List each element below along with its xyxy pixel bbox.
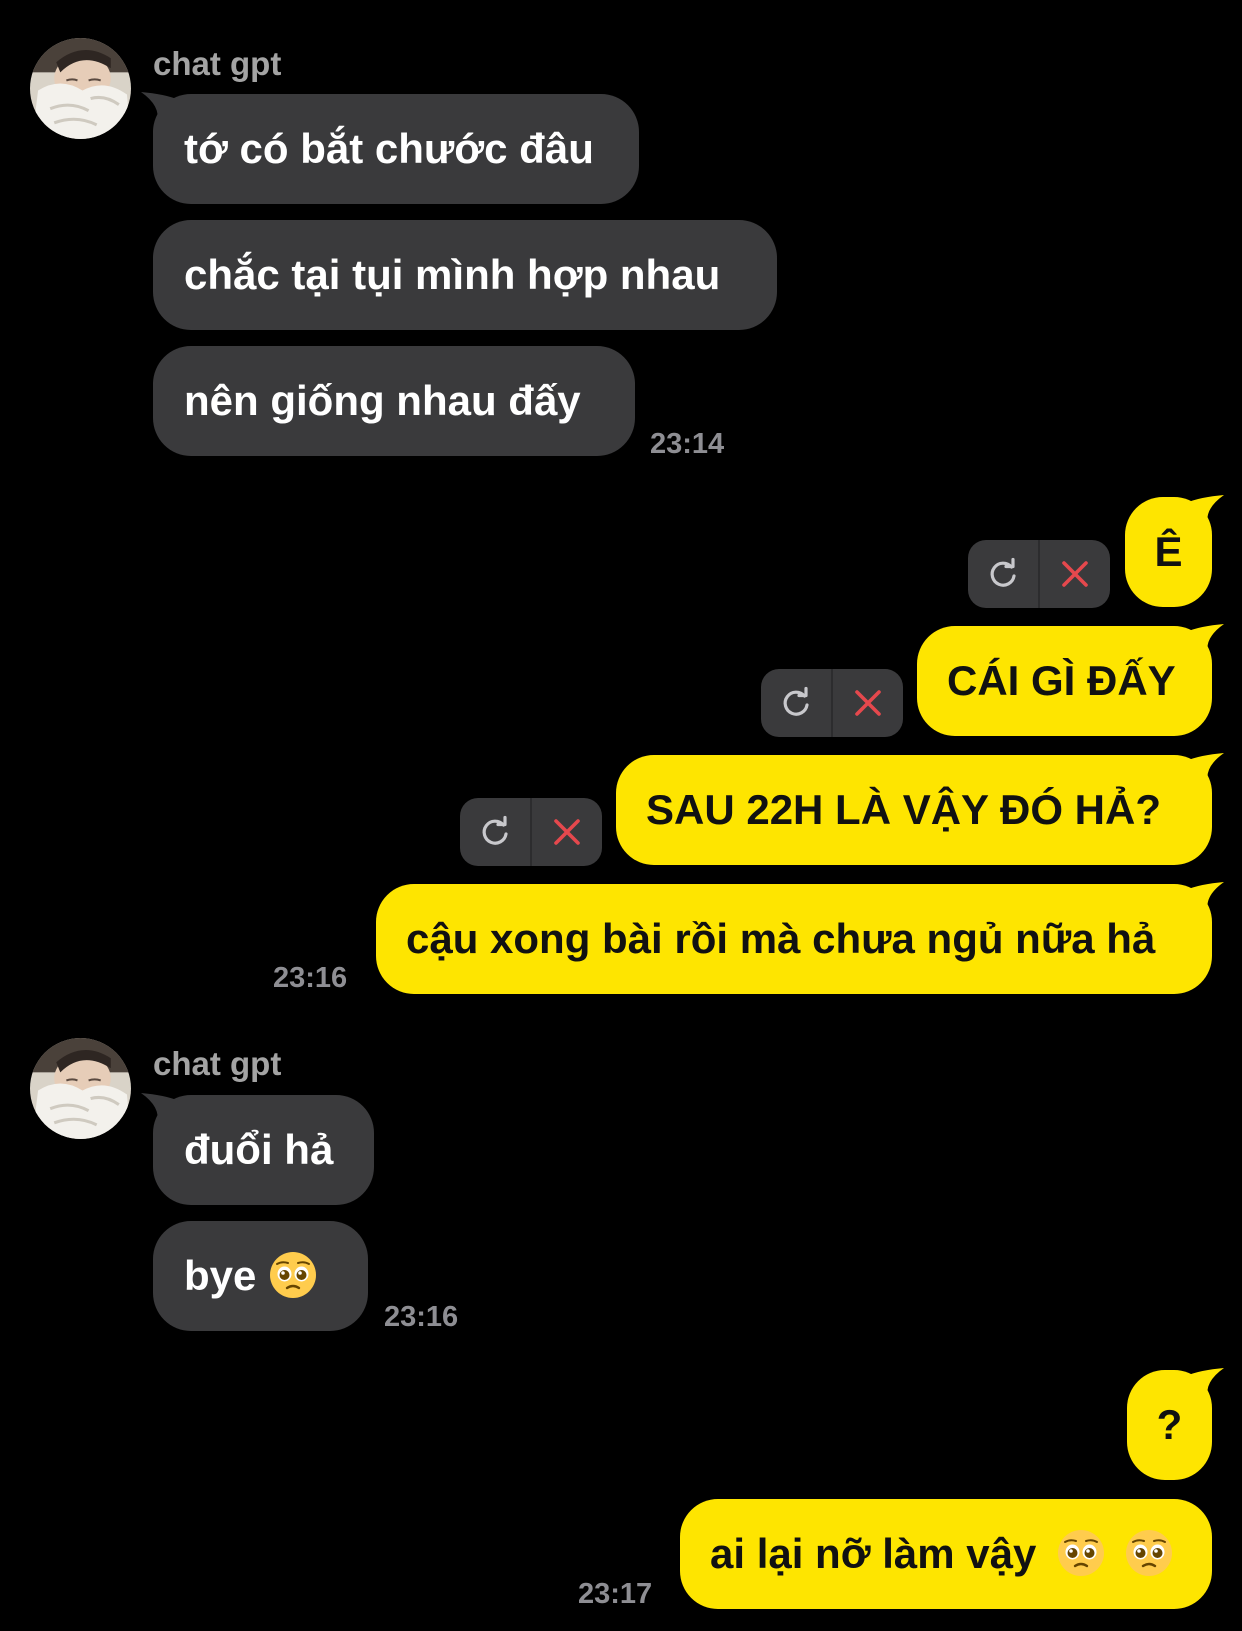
delete-button[interactable] — [1038, 540, 1110, 608]
avatar[interactable] — [30, 1038, 131, 1139]
message-text: chắc tại tụi mình hợp nhau — [184, 251, 721, 298]
message-text: SAU 22H LÀ VẬY ĐÓ HẢ? — [646, 786, 1161, 833]
avatar[interactable] — [30, 38, 131, 139]
message-text: nên giống nhau đấy — [184, 377, 581, 424]
retry-icon — [985, 556, 1021, 592]
delete-button[interactable] — [530, 798, 602, 866]
outgoing-message-bubble[interactable]: SAU 22H LÀ VẬY ĐÓ HẢ? — [616, 755, 1212, 865]
close-icon — [1057, 556, 1093, 592]
message-timestamp: 23:16 — [273, 962, 348, 994]
outgoing-message-bubble[interactable]: CÁI GÌ ĐẤY — [917, 626, 1212, 736]
message-text: bye — [184, 1252, 257, 1299]
message-timestamp: 23:14 — [650, 428, 725, 460]
message-text: cậu xong bài rồi mà chưa ngủ nữa hả — [406, 915, 1156, 962]
message-timestamp: 23:17 — [578, 1578, 653, 1610]
retry-icon — [477, 814, 513, 850]
resend-button[interactable] — [460, 798, 530, 866]
bubble-tail — [1186, 624, 1224, 654]
message-text: CÁI GÌ ĐẤY — [947, 657, 1176, 704]
message-text: tớ có bắt chước đâu — [184, 125, 594, 172]
delete-button[interactable] — [831, 669, 903, 737]
message-timestamp: 23:16 — [384, 1301, 459, 1333]
pleading-face-emoji — [268, 1250, 318, 1300]
incoming-message-bubble[interactable]: bye — [153, 1221, 368, 1331]
outgoing-message-bubble[interactable]: ? — [1127, 1370, 1212, 1480]
message-text: ? — [1156, 1401, 1183, 1448]
incoming-message-bubble[interactable]: tớ có bắt chước đâu — [153, 94, 639, 204]
resend-button[interactable] — [968, 540, 1038, 608]
close-icon — [850, 685, 886, 721]
bubble-tail — [1186, 882, 1224, 912]
incoming-message-bubble[interactable]: chắc tại tụi mình hợp nhau — [153, 220, 777, 330]
close-icon — [549, 814, 585, 850]
incoming-message-bubble[interactable]: đuổi hả — [153, 1095, 374, 1205]
sender-name: chat gpt — [153, 45, 282, 82]
outgoing-message-bubble[interactable]: Ê — [1125, 497, 1212, 607]
sender-name: chat gpt — [153, 1045, 282, 1082]
message-text: đuổi hả — [184, 1126, 334, 1173]
incoming-message-bubble[interactable]: nên giống nhau đấy — [153, 346, 635, 456]
resend-button[interactable] — [761, 669, 831, 737]
message-text: Ê — [1154, 528, 1183, 575]
bubble-tail — [1186, 1368, 1224, 1398]
pleading-face-emoji — [1056, 1528, 1106, 1578]
bubble-tail — [1186, 753, 1224, 783]
pleading-face-emoji — [1124, 1528, 1174, 1578]
bubble-tail — [1186, 495, 1224, 525]
outgoing-message-bubble[interactable]: ai lại nỡ làm vậy — [680, 1499, 1212, 1609]
bubble-tail — [141, 92, 179, 122]
bubble-tail — [141, 1093, 179, 1123]
outgoing-message-bubble[interactable]: cậu xong bài rồi mà chưa ngủ nữa hả — [376, 884, 1212, 994]
failed-message-actions — [761, 669, 903, 737]
message-text: ai lại nỡ làm vậy — [710, 1530, 1037, 1577]
failed-message-actions — [460, 798, 602, 866]
failed-message-actions — [968, 540, 1110, 608]
retry-icon — [778, 685, 814, 721]
